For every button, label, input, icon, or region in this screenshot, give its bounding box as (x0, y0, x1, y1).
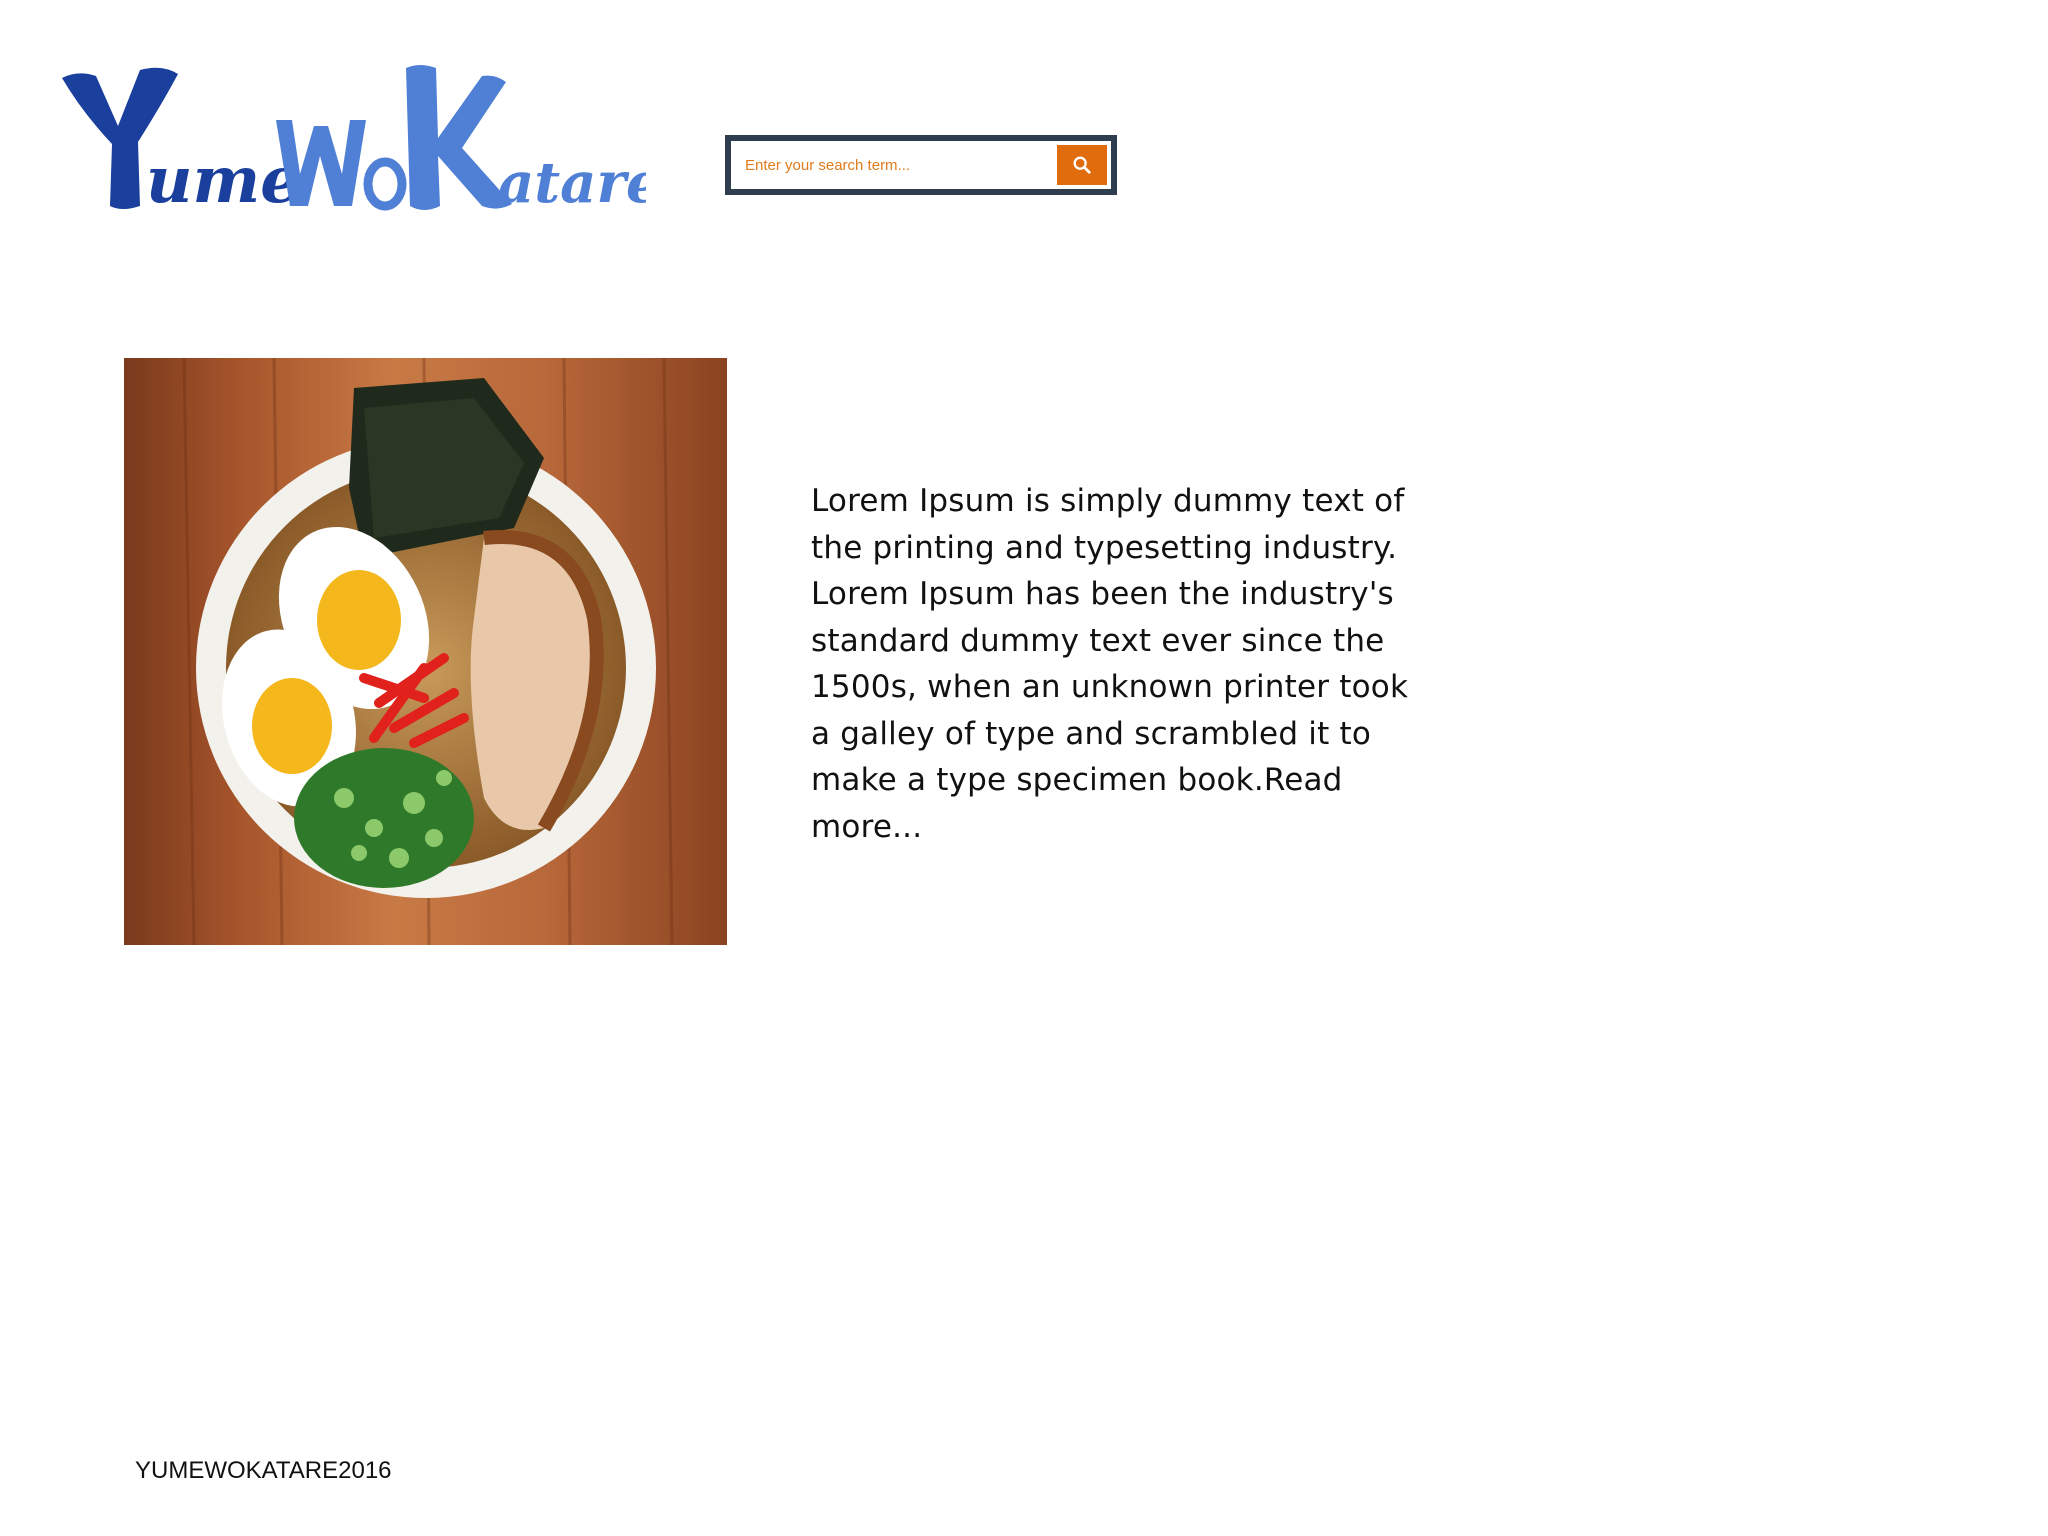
svg-text:atare: atare (498, 150, 646, 216)
search-icon (1073, 156, 1091, 174)
search-button[interactable] (1057, 145, 1107, 185)
search-bar (725, 135, 1117, 195)
svg-text:ume: ume (146, 143, 301, 216)
search-input[interactable] (731, 141, 1057, 189)
intro-text: Lorem Ipsum is simply dummy text of the … (811, 483, 1409, 845)
page: ume atare Enter your search term... Lore… (0, 0, 2048, 1536)
ramen-image (124, 358, 727, 945)
site-logo[interactable]: ume atare (58, 56, 646, 216)
footer-copyright: YUMEWOKATARE2016 (135, 1457, 392, 1484)
